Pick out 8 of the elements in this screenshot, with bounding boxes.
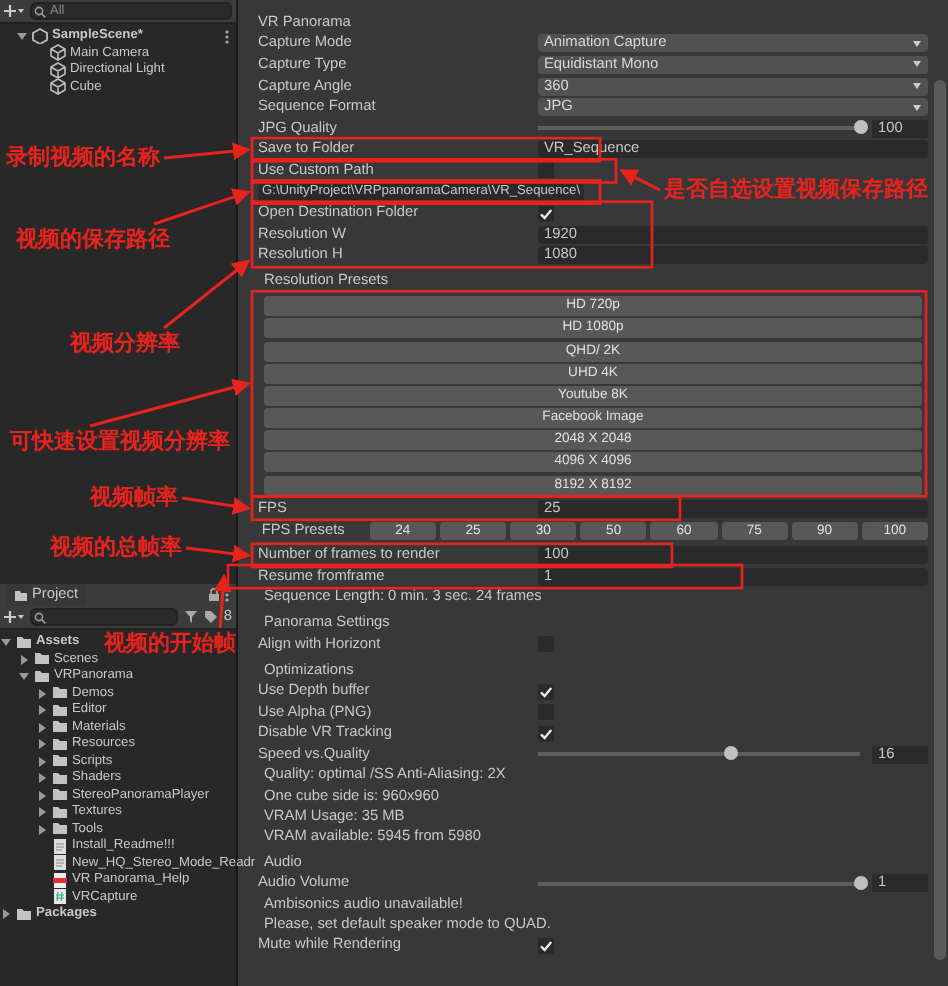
annotation-label: 可快速设置视频分辨率: [10, 430, 230, 455]
annotation-label: 录制视频的名称: [6, 146, 160, 171]
annotation-label: 视频分辨率: [70, 332, 180, 357]
annotation-label: 视频的保存路径: [16, 228, 170, 253]
annotation-label: 视频的开始帧: [104, 632, 236, 657]
annotation-label: 是否自选设置视频保存路径: [664, 178, 928, 203]
annotation-label: 视频的总帧率: [50, 536, 182, 561]
annotation-label: 视频帧率: [90, 486, 178, 511]
